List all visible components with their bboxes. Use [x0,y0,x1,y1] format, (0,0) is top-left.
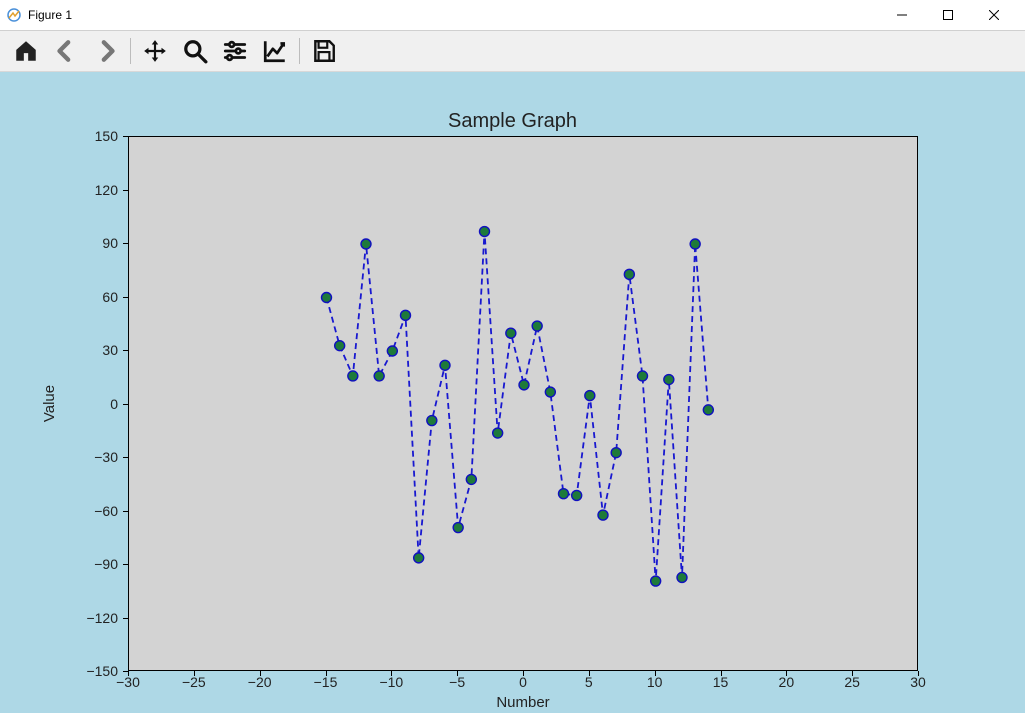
zoom-icon[interactable] [175,34,215,68]
maximize-button[interactable] [925,0,971,30]
y-tick-label: 60 [78,289,118,305]
minimize-button[interactable] [879,0,925,30]
x-tick-label: −15 [314,674,338,690]
x-tick-label: 0 [519,674,527,690]
app-icon [6,7,22,23]
y-tick-label: −60 [78,503,118,519]
x-tick-label: 25 [844,674,860,690]
x-tick-label: −10 [379,674,403,690]
x-tick-label: −30 [116,674,140,690]
y-tick-label: −150 [78,663,118,679]
axis-edit-icon[interactable] [255,34,295,68]
figure-canvas[interactable]: Sample Graph Value Number −30 −25 −20 −15 −1… [0,72,1025,713]
close-button[interactable] [971,0,1017,30]
y-tick-label: −90 [78,556,118,572]
x-tick-label: 10 [647,674,663,690]
forward-icon[interactable] [86,34,126,68]
x-axis-label: Number [128,694,918,711]
toolbar-separator [130,38,131,64]
chart-title: Sample Graph [0,110,1025,133]
y-tick-label: −30 [78,449,118,465]
x-tick-label: −25 [182,674,206,690]
x-tick-label: 30 [910,674,926,690]
y-tick-label: 90 [78,235,118,251]
line-plot [129,137,917,670]
y-tick-label: 120 [78,182,118,198]
y-tick-label: 0 [78,396,118,412]
home-icon[interactable] [6,34,46,68]
x-tick-label: 15 [713,674,729,690]
window-titlebar: Figure 1 [0,0,1025,31]
x-tick-label: 5 [585,674,593,690]
window-title: Figure 1 [28,8,72,22]
y-tick-label: 30 [78,342,118,358]
axes-area[interactable] [128,136,918,671]
toolbar-separator [299,38,300,64]
x-tick-label: 20 [779,674,795,690]
save-icon[interactable] [304,34,344,68]
y-axis-label: Value [40,136,60,671]
matplotlib-toolbar [0,31,1025,72]
x-tick-label: −20 [248,674,272,690]
x-tick-label: −5 [449,674,465,690]
y-tick-label: 150 [78,128,118,144]
y-tick-label: −120 [78,610,118,626]
configure-icon[interactable] [215,34,255,68]
back-icon[interactable] [46,34,86,68]
pan-icon[interactable] [135,34,175,68]
